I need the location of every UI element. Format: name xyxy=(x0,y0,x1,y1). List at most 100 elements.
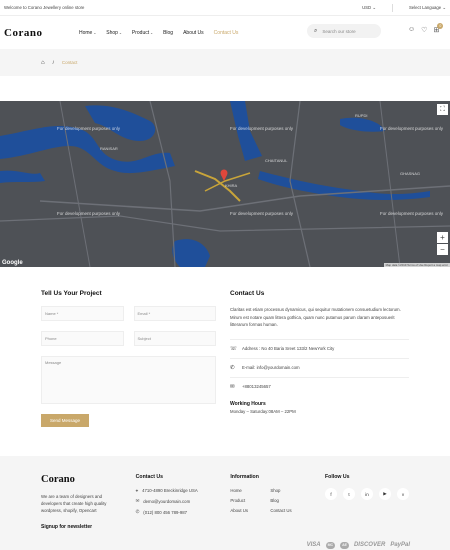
map-dev-text: For development purposes only xyxy=(230,211,294,216)
amex-icon: AE xyxy=(340,542,349,549)
footer-link-shop[interactable]: Shop xyxy=(270,488,310,493)
zoom-in-button[interactable]: + xyxy=(437,232,448,243)
subject-field[interactable]: Subject xyxy=(133,331,216,346)
fax-icon: ☏ xyxy=(230,345,237,352)
email-text[interactable]: E-mail: info@yourdomain.com xyxy=(242,365,300,370)
currency-label: USD xyxy=(362,4,372,10)
divider xyxy=(391,3,393,12)
send-message-button[interactable]: Send Message xyxy=(41,414,89,427)
phone-icon: ✆ xyxy=(135,509,140,514)
footer-link-home[interactable]: Home xyxy=(230,488,270,493)
hours-title: Working Hours xyxy=(230,400,266,407)
address-text: Address : No 40 Baria Sreet 133/2 NewYor… xyxy=(242,346,335,351)
footer-contact: Contact Us ⌖ 4710-4890 Breckinridge USA ✉… xyxy=(136,474,231,550)
nav-label: Home xyxy=(79,29,93,36)
hours-text: Monday – Saturday:08AM – 22PM xyxy=(230,408,296,414)
footer-follow-title: Follow Us xyxy=(325,474,350,480)
discover-icon: DISCOVER xyxy=(353,542,386,548)
zoom-out-button[interactable]: − xyxy=(437,244,448,255)
contact-title: Contact Us xyxy=(230,290,265,297)
map-place-label: RUPDI xyxy=(355,113,368,118)
paypal-icon: PayPal xyxy=(390,542,410,548)
top-bar: Welcome to Corano Jewellery online store… xyxy=(0,0,450,16)
footer-phone: (012) 800 456 789-987 xyxy=(143,509,188,515)
payment-methods: VISA MC AE DISCOVER PayPal xyxy=(307,542,410,549)
footer-info-title: Information xyxy=(230,474,259,480)
map-place-label: GHASNAG xyxy=(400,171,421,176)
footer-about-text: We are a team of designers and developer… xyxy=(41,494,107,513)
newsletter-title: Signup for newsletter xyxy=(41,524,93,530)
footer-follow: Follow Us f t in ▶ v xyxy=(325,474,410,550)
map-dev-text: For development purposes only xyxy=(230,126,294,131)
search-placeholder: Search our store xyxy=(322,28,356,34)
main-header: Corano Home⌄ Shop⌄ Product⌄ Blog About U… xyxy=(0,16,450,49)
nav-label: Shop xyxy=(106,29,118,36)
map-dev-text: For development purposes only xyxy=(380,211,444,216)
home-icon[interactable]: ⌂ xyxy=(41,60,45,66)
map-dev-text: For development purposes only xyxy=(57,211,121,216)
map-dev-text: For development purposes only xyxy=(57,126,121,131)
linkedin-icon[interactable]: in xyxy=(361,488,374,500)
search-icon: ⌕ xyxy=(314,27,318,34)
map-attribution[interactable]: Map data ©2019 Terms of Use Report a map… xyxy=(383,263,450,267)
heart-icon[interactable]: ♡ xyxy=(421,26,427,34)
nav-home[interactable]: Home⌄ xyxy=(79,30,96,36)
email-line: ✆ E-mail: info@yourdomain.com xyxy=(230,357,409,377)
map-dev-text: For development purposes only xyxy=(380,126,444,131)
footer-address: 4710-4890 Breckinridge USA xyxy=(142,488,198,493)
footer-link-about[interactable]: About Us xyxy=(230,508,270,513)
phone-field[interactable]: Phone xyxy=(41,331,124,346)
footer: Corano We are a team of designers and de… xyxy=(0,456,450,550)
site-logo[interactable]: Corano xyxy=(4,27,79,39)
vimeo-icon[interactable]: v xyxy=(397,488,410,500)
map-place-label: KHIRA xyxy=(225,183,238,188)
footer-email[interactable]: demo@yourdomain.com xyxy=(143,499,190,504)
main-nav: Home⌄ Shop⌄ Product⌄ Blog About Us Conta… xyxy=(79,30,238,36)
footer-link-product[interactable]: Product xyxy=(230,498,270,503)
footer-link-blog[interactable]: Blog xyxy=(270,498,310,503)
welcome-text: Welcome to Corano Jewellery online store xyxy=(4,5,85,10)
twitter-icon[interactable]: t xyxy=(343,488,356,500)
breadcrumb-separator: / xyxy=(52,60,54,65)
footer-link-contact[interactable]: Contact Us xyxy=(270,508,310,513)
map-place-label: CHAITANUL xyxy=(265,158,288,163)
language-label: Select Language xyxy=(408,4,442,10)
user-icon[interactable]: ☺ xyxy=(408,26,415,34)
nav-contact[interactable]: Contact Us xyxy=(214,30,239,36)
nav-about[interactable]: About Us xyxy=(183,30,204,36)
visa-icon: VISA xyxy=(306,542,321,548)
footer-information: Information Home Shop Product Blog About… xyxy=(230,474,325,550)
contact-form: Tell Us Your Project Name * Email * Phon… xyxy=(41,290,216,457)
contact-info: Contact Us Claritas est etiam processus … xyxy=(230,290,409,457)
cart-icon[interactable]: ⊞ 0 xyxy=(433,23,444,34)
phone-icon: ✆ xyxy=(230,364,235,371)
footer-contact-title: Contact Us xyxy=(135,474,164,480)
header-icons: ☺ ♡ ⊞ 0 xyxy=(408,23,444,34)
nav-product[interactable]: Product⌄ xyxy=(132,30,153,36)
message-field[interactable]: Message xyxy=(41,356,216,404)
email-field[interactable]: Email * xyxy=(133,306,216,321)
footer-logo[interactable]: Corano xyxy=(41,474,136,485)
facebook-icon[interactable]: f xyxy=(325,488,338,500)
name-field[interactable]: Name * xyxy=(41,306,124,321)
nav-blog[interactable]: Blog xyxy=(163,30,173,36)
chevron-down-icon: ⌄ xyxy=(118,30,122,35)
search-input[interactable]: ⌕ Search our store xyxy=(307,24,381,38)
chevron-down-icon: ⌄ xyxy=(93,30,97,35)
language-selector[interactable]: Select Language ⌄ xyxy=(409,5,446,11)
nav-shop[interactable]: Shop⌄ xyxy=(106,30,122,36)
envelope-icon: ✉ xyxy=(135,498,140,503)
map-embed[interactable]: For development purposes only For develo… xyxy=(0,101,450,267)
envelope-icon: ✉ xyxy=(230,383,235,390)
currency-selector[interactable]: USD ⌄ xyxy=(362,5,376,11)
form-title: Tell Us Your Project xyxy=(41,290,102,297)
fullscreen-icon[interactable]: ⛶ xyxy=(437,104,448,115)
map-place-label: RANISAR xyxy=(100,146,118,151)
youtube-icon[interactable]: ▶ xyxy=(379,488,392,500)
contact-section: Tell Us Your Project Name * Email * Phon… xyxy=(0,267,450,457)
footer-about: Corano We are a team of designers and de… xyxy=(41,474,136,550)
mastercard-icon: MC xyxy=(325,542,336,549)
location-icon: ⌖ xyxy=(135,488,139,493)
chevron-down-icon: ⌄ xyxy=(150,30,154,35)
phone-line: ✉ +88013245657 xyxy=(230,376,409,396)
